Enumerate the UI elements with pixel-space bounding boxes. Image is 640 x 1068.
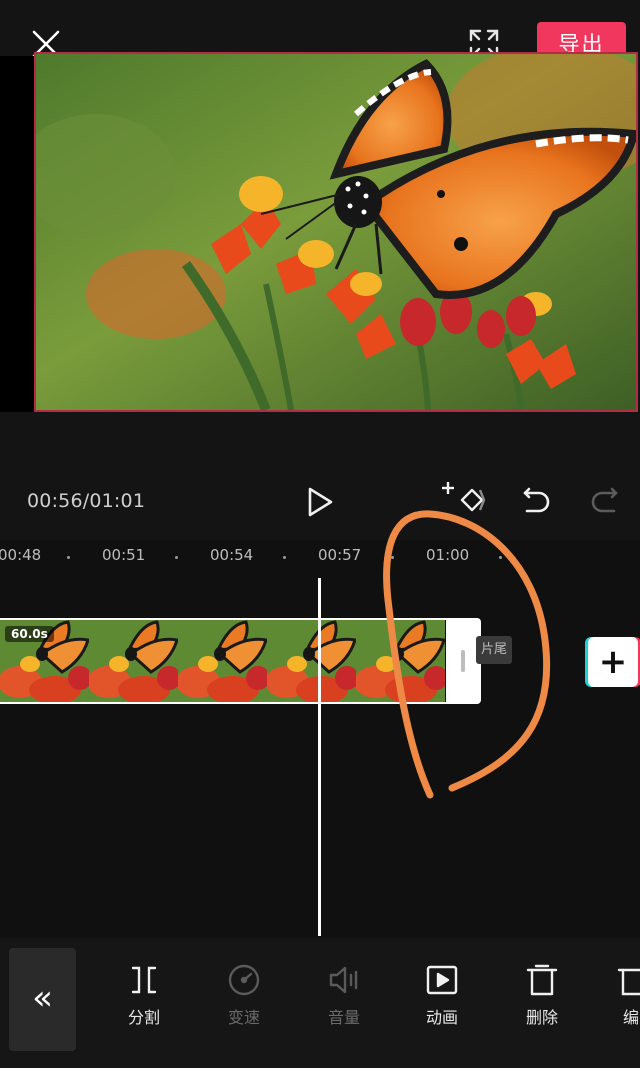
keyframe-add-icon[interactable] bbox=[440, 478, 488, 522]
clip-thumbnail bbox=[176, 620, 270, 702]
undo-icon[interactable] bbox=[515, 484, 553, 520]
tool-split[interactable]: 分割 bbox=[109, 962, 179, 1042]
tool-animation[interactable]: 动画 bbox=[407, 962, 477, 1042]
timeline-ruler[interactable]: 00:48 00:51 00:54 00:57 01:00 bbox=[0, 540, 640, 570]
ruler-dot bbox=[283, 556, 286, 559]
ending-clip-button[interactable]: 片尾 bbox=[476, 636, 512, 664]
speed-icon bbox=[228, 964, 260, 996]
clip-thumbnail bbox=[265, 620, 359, 702]
tool-delete[interactable]: 删除 bbox=[507, 962, 577, 1042]
clip-thumbnail bbox=[87, 620, 181, 702]
ruler-label: 00:48 bbox=[0, 546, 42, 564]
video-clip[interactable] bbox=[0, 618, 446, 704]
preview-letterbox bbox=[0, 56, 34, 412]
ruler-label: 00:51 bbox=[102, 546, 146, 564]
plus-icon: + bbox=[598, 642, 628, 682]
video-preview[interactable] bbox=[34, 52, 638, 412]
add-clip-button[interactable]: + bbox=[588, 637, 638, 687]
ruler-dot bbox=[67, 556, 70, 559]
tool-speed[interactable]: 变速 bbox=[209, 962, 279, 1042]
clip-thumbnail bbox=[354, 620, 446, 702]
edit-icon bbox=[617, 968, 640, 996]
ruler-dot bbox=[499, 556, 502, 559]
tool-label: 删除 bbox=[525, 1008, 558, 1027]
collapse-icon[interactable]: « bbox=[9, 948, 76, 1051]
volume-icon bbox=[329, 966, 358, 994]
trim-grip bbox=[461, 650, 465, 672]
tool-label: 变速 bbox=[227, 1008, 260, 1027]
timecode: 00:56/01:01 bbox=[27, 490, 146, 512]
ruler-dot bbox=[391, 556, 394, 559]
play-icon[interactable] bbox=[300, 482, 340, 522]
tool-edit[interactable]: 编 bbox=[597, 962, 640, 1042]
tool-label: 编 bbox=[623, 1008, 640, 1027]
tool-volume[interactable]: 音量 bbox=[309, 962, 379, 1042]
ruler-label: 00:54 bbox=[210, 546, 254, 564]
ruler-label: 00:57 bbox=[318, 546, 362, 564]
tool-label: 动画 bbox=[425, 1008, 458, 1027]
split-icon bbox=[131, 966, 157, 994]
tool-label: 音量 bbox=[327, 1008, 360, 1027]
playhead[interactable] bbox=[318, 578, 321, 936]
delete-icon bbox=[526, 964, 558, 996]
redo-icon[interactable] bbox=[588, 484, 626, 520]
ruler-dot bbox=[175, 556, 178, 559]
tool-label: 分割 bbox=[127, 1008, 160, 1027]
ruler-label: 01:00 bbox=[426, 546, 470, 564]
clip-duration-badge: 60.0s bbox=[5, 626, 54, 642]
animation-icon bbox=[426, 965, 458, 995]
